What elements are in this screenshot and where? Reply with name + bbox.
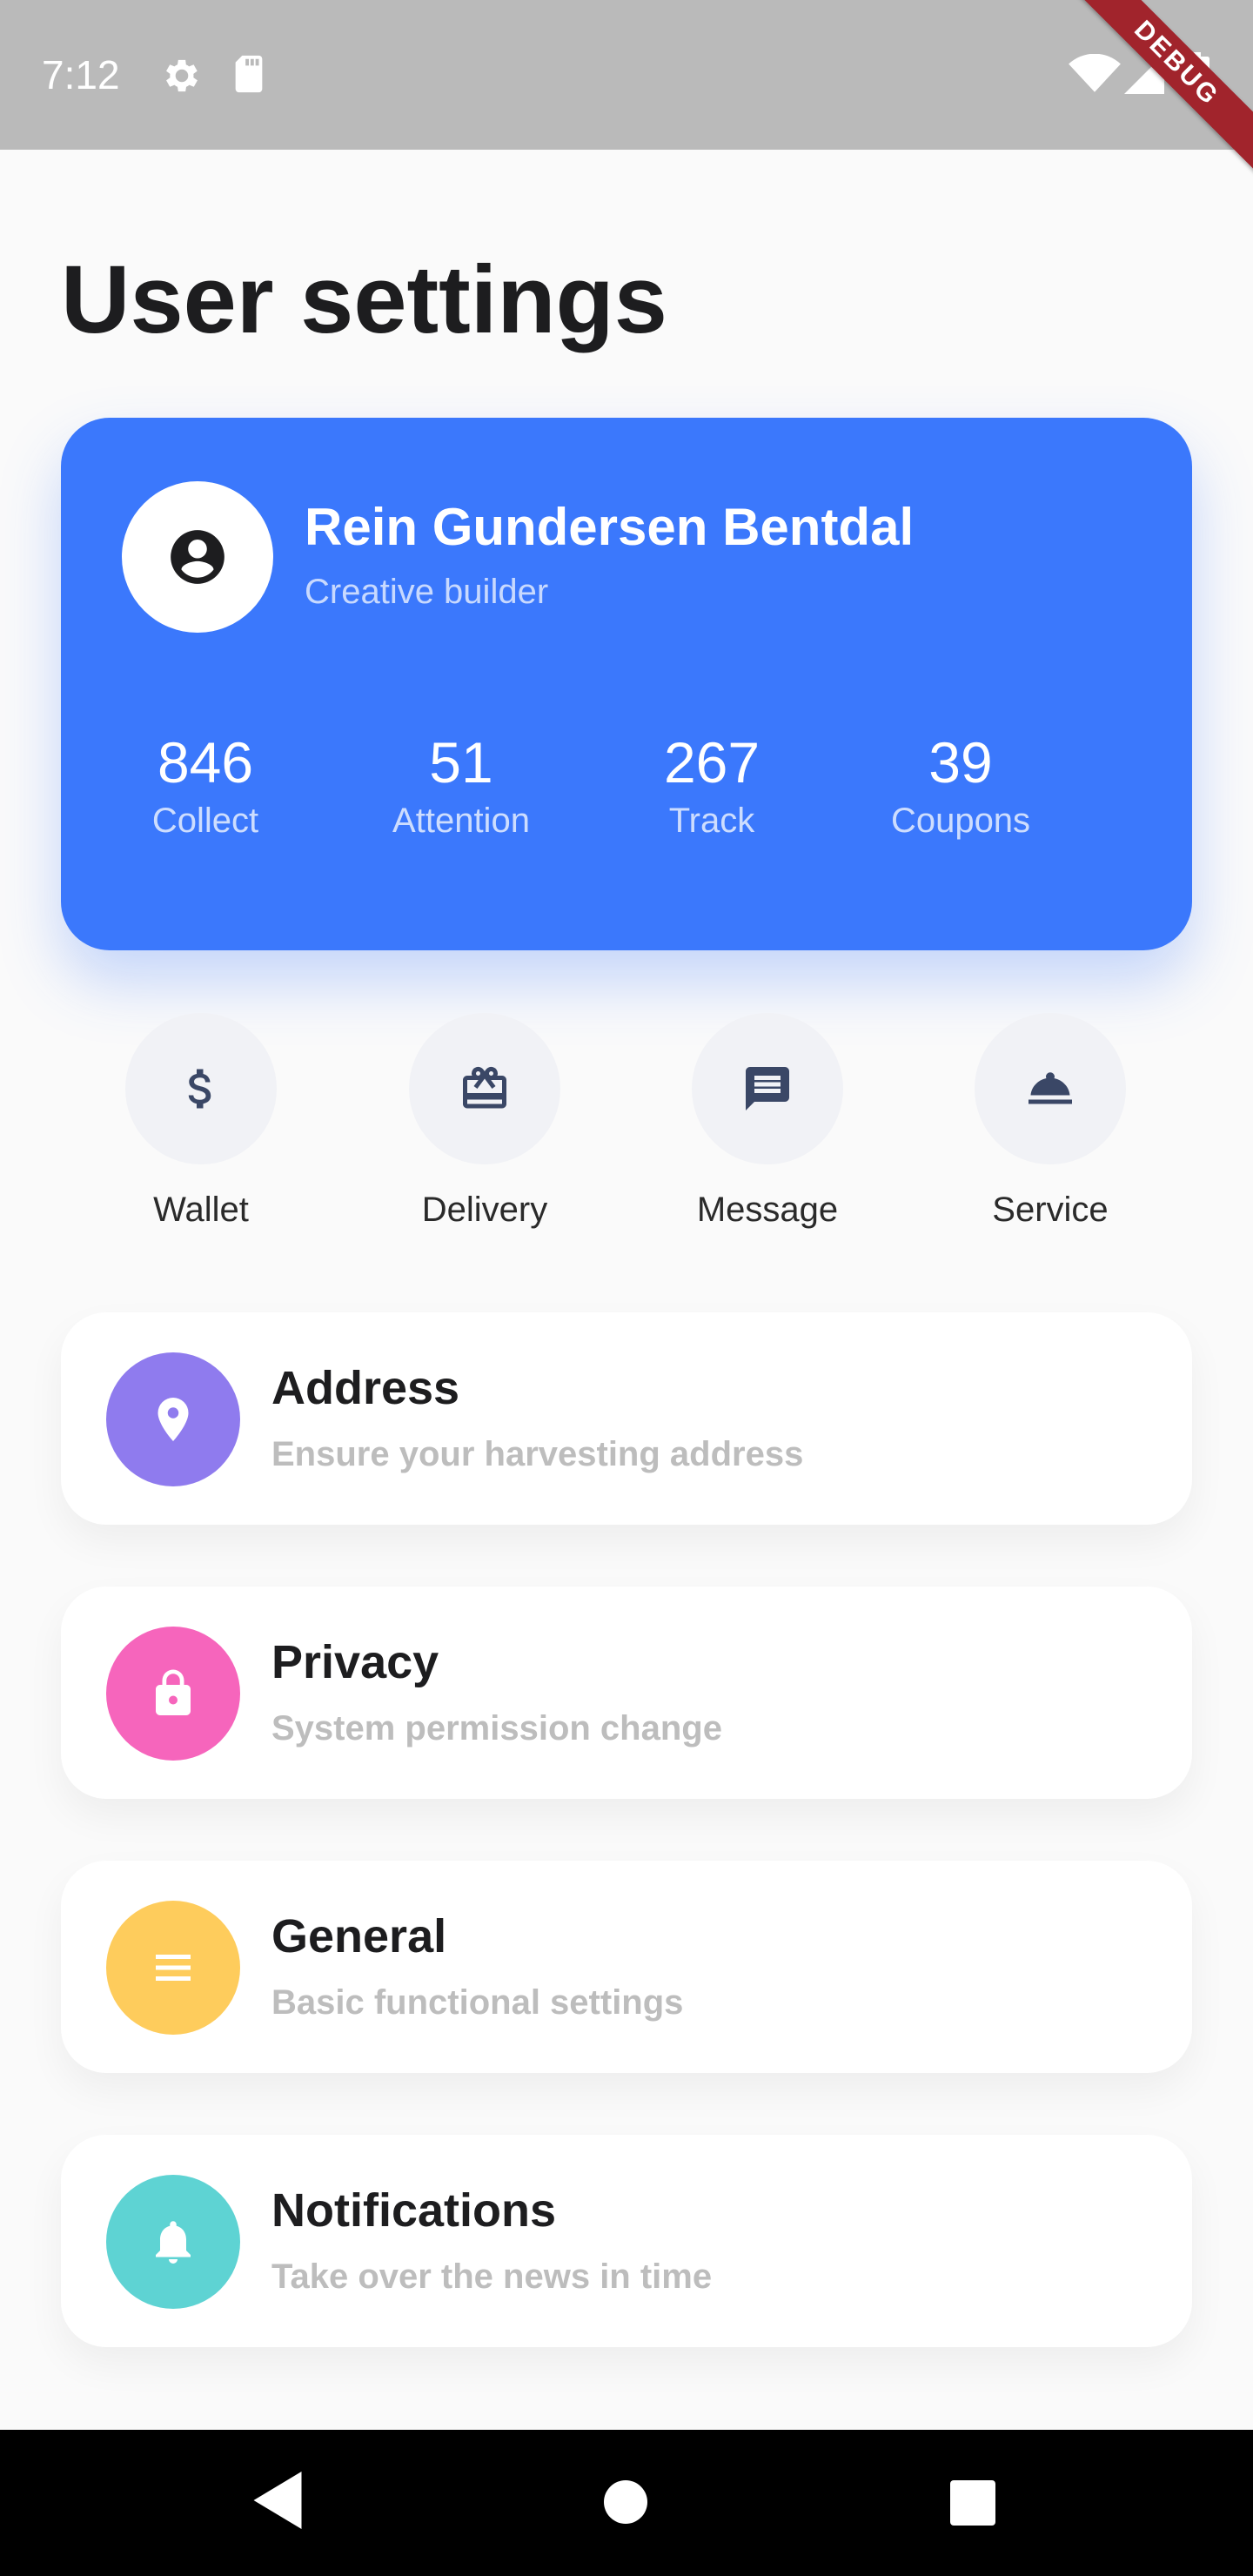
stat-value: 267 [663, 730, 761, 795]
profile-card[interactable]: Rein Gundersen Bentdal Creative builder … [61, 418, 1192, 950]
quick-action-circle[interactable] [409, 1013, 560, 1164]
menu-item-notifications[interactable]: Notifications Take over the news in time [61, 2135, 1192, 2347]
quick-action-message[interactable]: Message [663, 1013, 872, 1232]
lock-icon [156, 1669, 191, 1715]
home-icon[interactable] [604, 2480, 647, 2524]
status-time: 7:12 [42, 52, 120, 97]
menu-title: Privacy [271, 1636, 439, 1688]
stat-collect[interactable]: 846 Collect [101, 728, 310, 842]
menu-item-general[interactable]: General Basic functional settings [61, 1861, 1192, 2073]
stat-label: Attention [392, 802, 530, 840]
quick-action-label: Message [696, 1191, 839, 1229]
quick-action-label: Delivery [421, 1191, 548, 1229]
quick-action-circle[interactable] [125, 1013, 277, 1164]
quick-action-wallet[interactable]: Wallet [97, 1013, 305, 1232]
menu-subtitle: Basic functional settings [271, 1983, 684, 2022]
stat-label: Collect [151, 802, 259, 840]
quick-action-circle[interactable] [975, 1013, 1126, 1164]
gift-card-icon [463, 1066, 506, 1109]
quick-action-service[interactable]: Service [946, 1013, 1155, 1232]
stat-value: 51 [429, 730, 493, 795]
menu-item-privacy[interactable]: Privacy System permission change [61, 1587, 1192, 1799]
stat-label: Track [668, 802, 755, 840]
stat-coupons[interactable]: 39 Coupons [856, 728, 1065, 842]
menu-title: General [271, 1910, 447, 1962]
quick-action-label: Wallet [153, 1191, 249, 1229]
page-title: User settings [61, 246, 667, 353]
stat-value: 846 [157, 730, 254, 795]
menu-subtitle: System permission change [271, 1709, 722, 1748]
menu-icon-circle [106, 1352, 240, 1486]
profile-name: Rein Gundersen Bentdal [305, 498, 915, 556]
menu-lines-icon [156, 1955, 191, 1981]
quick-action-circle[interactable] [692, 1013, 843, 1164]
menu-title: Notifications [271, 2184, 557, 2237]
location-pin-icon [157, 1398, 189, 1441]
recents-icon[interactable] [950, 2480, 995, 2526]
menu-subtitle: Ensure your harvesting address [271, 1435, 804, 1473]
menu-item-address[interactable]: Address Ensure your harvesting address [61, 1312, 1192, 1525]
nav-bar [0, 2430, 1253, 2576]
quick-action-delivery[interactable]: Delivery [380, 1013, 589, 1232]
message-icon [746, 1067, 789, 1110]
account-circle-icon [171, 530, 224, 584]
profile-role: Creative builder [305, 573, 549, 611]
back-icon[interactable] [252, 2472, 303, 2529]
room-service-icon [1029, 1072, 1072, 1104]
stat-label: Coupons [890, 802, 1031, 840]
status-bar: 7:12 [0, 0, 1253, 150]
menu-title: Address [271, 1362, 460, 1414]
menu-icon-circle [106, 1901, 240, 2035]
dollar-icon [188, 1069, 211, 1109]
menu-subtitle: Take over the news in time [271, 2257, 713, 2296]
gear-icon [166, 59, 198, 92]
avatar[interactable] [122, 481, 273, 633]
menu-icon-circle [106, 1627, 240, 1761]
sd-card-icon [235, 55, 263, 93]
stat-attention[interactable]: 51 Attention [357, 728, 566, 842]
quick-action-label: Service [992, 1191, 1109, 1229]
stat-track[interactable]: 267 Track [607, 728, 816, 842]
stat-value: 39 [928, 730, 993, 795]
wifi-icon [1069, 54, 1121, 92]
menu-icon-circle [106, 2175, 240, 2309]
bell-icon [156, 2221, 191, 2264]
